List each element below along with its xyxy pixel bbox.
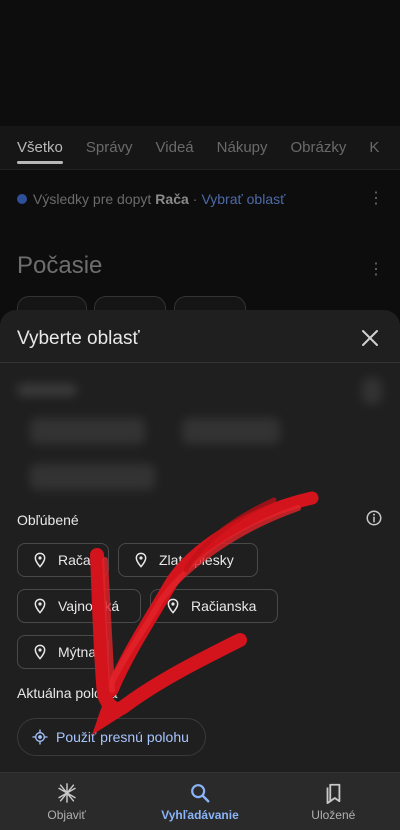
favorite-chip-raca[interactable]: Rača	[17, 543, 109, 577]
asterisk-icon	[57, 782, 76, 803]
choose-area-sheet: Vyberte oblasť Obľúbené Rača Zlaté piesk…	[0, 310, 400, 772]
place-pin-icon	[34, 552, 46, 568]
results-prefix: Výsledky pre dopyt	[33, 191, 152, 207]
results-more-icon[interactable]: ⋮	[366, 189, 386, 209]
bottom-navigation: Objaviť Vyhľadávanie Uložené	[0, 772, 400, 830]
tab-shopping[interactable]: Nákupy	[217, 126, 268, 169]
nav-search-label: Vyhľadávanie	[161, 807, 239, 822]
nav-saved[interactable]: Uložené	[267, 773, 400, 830]
nav-discover-label: Objaviť	[47, 807, 86, 822]
screen: Všetko Správy Videá Nákupy Obrázky K Výs…	[0, 0, 400, 830]
tab-more[interactable]: K	[369, 126, 379, 169]
nav-search[interactable]: Vyhľadávanie	[133, 773, 266, 830]
tab-videos[interactable]: Videá	[156, 126, 194, 169]
location-dot-icon	[17, 194, 27, 204]
weather-title: Počasie	[17, 252, 103, 279]
current-location-label: Aktuálna poloha	[17, 685, 118, 701]
place-pin-icon	[167, 598, 179, 614]
results-separator: ·	[192, 191, 198, 207]
use-precise-location-button[interactable]: Použiť presnú polohu	[17, 718, 206, 756]
place-pin-icon	[135, 552, 147, 568]
search-icon	[191, 783, 210, 802]
sheet-title: Vyberte oblasť	[17, 328, 140, 349]
place-pin-icon	[34, 644, 46, 660]
bookmarks-icon	[326, 783, 341, 804]
favorite-chip-label: Rača	[58, 552, 91, 568]
nav-discover[interactable]: Objaviť	[0, 773, 133, 830]
sheet-divider	[0, 362, 400, 363]
results-query: Rača	[155, 191, 189, 207]
favorite-chip-mytna[interactable]: Mýtna	[17, 635, 109, 669]
favorite-chip-label: Mýtna	[58, 644, 97, 660]
results-for-query: Výsledky pre dopyt Rača · Vybrať oblasť	[17, 186, 383, 212]
favorite-chip-racianska[interactable]: Račianska	[150, 589, 278, 623]
favorite-chip-zlate-piesky[interactable]: Zlaté piesky	[118, 543, 258, 577]
info-icon[interactable]	[365, 509, 383, 527]
blurred-search-area	[0, 372, 400, 502]
tab-news[interactable]: Správy	[86, 126, 133, 169]
favorite-chip-label: Zlaté piesky	[159, 552, 234, 568]
use-precise-location-label: Použiť presnú polohu	[56, 729, 189, 745]
tab-all[interactable]: Všetko	[17, 126, 63, 169]
tab-images[interactable]: Obrázky	[291, 126, 347, 169]
choose-area-link[interactable]: Vybrať oblasť	[201, 191, 285, 207]
favorite-chip-label: Račianska	[191, 598, 257, 614]
close-icon[interactable]	[358, 326, 382, 350]
search-tabs: Všetko Správy Videá Nákupy Obrázky K	[0, 126, 400, 170]
weather-more-icon[interactable]: ⋮	[366, 260, 386, 280]
favorite-chip-label: Vajnorská	[58, 598, 120, 614]
favorites-label: Obľúbené	[17, 512, 79, 528]
gps-target-icon	[32, 729, 48, 745]
nav-saved-label: Uložené	[311, 807, 356, 822]
favorite-chip-vajnorska[interactable]: Vajnorská	[17, 589, 141, 623]
place-pin-icon	[34, 598, 46, 614]
